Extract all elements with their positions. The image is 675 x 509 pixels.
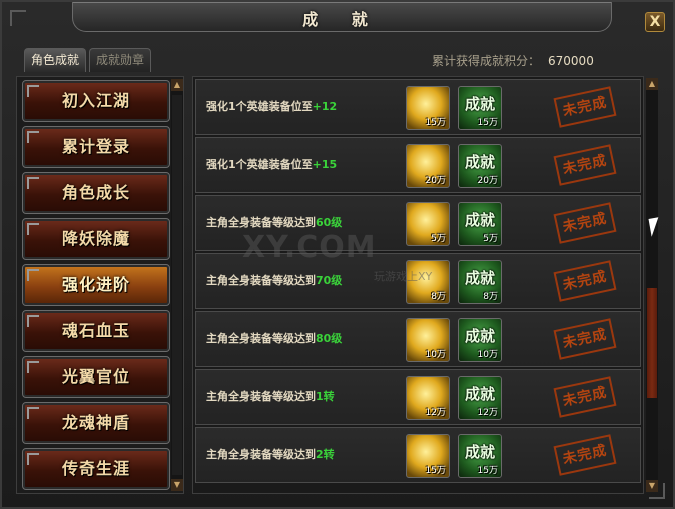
reward-amount: 5万 xyxy=(483,234,498,244)
status-stamp: 未完成 xyxy=(553,86,617,128)
status-stamp: 未完成 xyxy=(553,144,617,186)
achievement-description: 强化1个英雄装备位至+15 xyxy=(206,158,338,171)
list-item: 主角全身装备等级达到1转 12万 成就 12万 未完成 xyxy=(195,369,641,425)
achievement-reward-icon[interactable]: 成就 15万 xyxy=(458,434,502,478)
achievement-description: 主角全身装备等级达到80级 xyxy=(206,332,343,345)
achievement-list: 强化1个英雄装备位至+12 15万 成就 15万 未完成 强化1个英雄装备位至+1… xyxy=(192,76,644,494)
achievement-description: 主角全身装备等级达到1转 xyxy=(206,390,335,403)
corner-arrow-icon xyxy=(27,453,39,465)
corner-arrow-icon xyxy=(27,269,39,281)
category-label: 累计登录 xyxy=(61,137,130,156)
gold-reward-icon[interactable]: 20万 xyxy=(406,144,450,188)
close-button[interactable]: X xyxy=(645,12,665,32)
achievement-description: 主角全身装备等级达到2转 xyxy=(206,448,335,461)
reward-amount: 10万 xyxy=(477,350,498,360)
scroll-track[interactable] xyxy=(172,95,182,475)
gold-reward-icon[interactable]: 12万 xyxy=(406,376,450,420)
status-stamp: 未完成 xyxy=(553,434,617,476)
list-scrollbar[interactable]: ▲ ▼ xyxy=(646,78,658,492)
mouse-cursor-icon xyxy=(648,217,662,237)
scroll-up-icon[interactable]: ▲ xyxy=(646,78,658,90)
status-stamp: 未完成 xyxy=(553,376,617,418)
reward-amount: 20万 xyxy=(477,176,498,186)
status-stamp: 未完成 xyxy=(553,260,617,302)
category-button[interactable]: 传奇生涯 xyxy=(22,448,170,490)
tab-bar: 角色成就 成就勋章 xyxy=(24,48,154,72)
list-item: 主角全身装备等级达到2转 15万 成就 15万 未完成 xyxy=(195,427,641,483)
scroll-down-icon[interactable]: ▼ xyxy=(646,480,658,492)
score-label: 累计获得成就积分： xyxy=(432,54,541,68)
achievement-reward-icon[interactable]: 成就 10万 xyxy=(458,318,502,362)
window-title: 成 就 xyxy=(302,10,382,29)
reward-amount: 15万 xyxy=(477,118,498,128)
reward-amount: 15万 xyxy=(425,466,446,476)
corner-decoration xyxy=(10,10,26,26)
category-label: 传奇生涯 xyxy=(61,459,130,478)
achievement-window: 成 就 X 角色成就 成就勋章 累计获得成就积分： 670000 初入江湖 累计登… xyxy=(0,0,675,509)
achievement-reward-icon[interactable]: 成就 5万 xyxy=(458,202,502,246)
achievement-score: 累计获得成就积分： 670000 xyxy=(432,52,594,69)
reward-amount: 15万 xyxy=(477,466,498,476)
corner-arrow-icon xyxy=(27,131,39,143)
scroll-up-icon[interactable]: ▲ xyxy=(171,79,183,91)
category-button[interactable]: 累计登录 xyxy=(22,126,170,168)
category-label: 角色成长 xyxy=(61,183,130,202)
list-item: 强化1个英雄装备位至+12 15万 成就 15万 未完成 xyxy=(195,79,641,135)
gold-reward-icon[interactable]: 10万 xyxy=(406,318,450,362)
category-label: 光翼官位 xyxy=(61,367,130,386)
corner-arrow-icon xyxy=(27,177,39,189)
status-stamp: 未完成 xyxy=(553,202,617,244)
watermark-caption: 玩游戏上XY xyxy=(374,270,433,283)
reward-amount: 20万 xyxy=(425,176,446,186)
category-scrollbar[interactable]: ▲ ▼ xyxy=(171,79,183,491)
category-label: 初入江湖 xyxy=(61,91,130,110)
corner-arrow-icon xyxy=(27,223,39,235)
category-sidebar: 初入江湖 累计登录 角色成长 降妖除魔 强化进阶 魂石血玉 光翼官位 龙魂神盾 … xyxy=(16,76,184,494)
scroll-down-icon[interactable]: ▼ xyxy=(171,479,183,491)
category-label: 强化进阶 xyxy=(61,275,130,294)
list-item: 强化1个英雄装备位至+15 20万 成就 20万 未完成 xyxy=(195,137,641,193)
gold-reward-icon[interactable]: 15万 xyxy=(406,86,450,130)
watermark-logo: XY.COM xyxy=(242,230,377,265)
title-bar[interactable]: 成 就 xyxy=(72,2,612,32)
reward-amount: 5万 xyxy=(431,234,446,244)
category-button-active[interactable]: 强化进阶 xyxy=(22,264,170,306)
category-label: 龙魂神盾 xyxy=(61,413,130,432)
category-label: 魂石血玉 xyxy=(61,321,130,340)
achievement-reward-icon[interactable]: 成就 15万 xyxy=(458,86,502,130)
list-item: 主角全身装备等级达到80级 10万 成就 10万 未完成 xyxy=(195,311,641,367)
reward-amount: 15万 xyxy=(425,118,446,128)
category-button[interactable]: 角色成长 xyxy=(22,172,170,214)
reward-amount: 8万 xyxy=(431,292,446,302)
achievement-description: 强化1个英雄装备位至+12 xyxy=(206,100,338,113)
category-button[interactable]: 初入江湖 xyxy=(22,80,170,122)
category-button[interactable]: 龙魂神盾 xyxy=(22,402,170,444)
category-label: 降妖除魔 xyxy=(61,229,130,248)
achievement-reward-icon[interactable]: 成就 20万 xyxy=(458,144,502,188)
achievement-reward-icon[interactable]: 成就 12万 xyxy=(458,376,502,420)
category-button[interactable]: 魂石血玉 xyxy=(22,310,170,352)
corner-arrow-icon xyxy=(27,407,39,419)
corner-arrow-icon xyxy=(27,315,39,327)
tab-character-achievements[interactable]: 角色成就 xyxy=(24,48,87,72)
category-button[interactable]: 光翼官位 xyxy=(22,356,170,398)
corner-arrow-icon xyxy=(27,85,39,97)
reward-amount: 8万 xyxy=(483,292,498,302)
score-value: 670000 xyxy=(548,54,594,68)
reward-amount: 12万 xyxy=(477,408,498,418)
gold-reward-icon[interactable]: 15万 xyxy=(406,434,450,478)
tab-achievement-medals[interactable]: 成就勋章 xyxy=(89,48,152,72)
scroll-thumb[interactable] xyxy=(647,288,657,398)
reward-amount: 12万 xyxy=(425,408,446,418)
achievement-reward-icon[interactable]: 成就 8万 xyxy=(458,260,502,304)
category-button[interactable]: 降妖除魔 xyxy=(22,218,170,260)
reward-amount: 10万 xyxy=(425,350,446,360)
corner-arrow-icon xyxy=(27,361,39,373)
gold-reward-icon[interactable]: 5万 xyxy=(406,202,450,246)
status-stamp: 未完成 xyxy=(553,318,617,360)
